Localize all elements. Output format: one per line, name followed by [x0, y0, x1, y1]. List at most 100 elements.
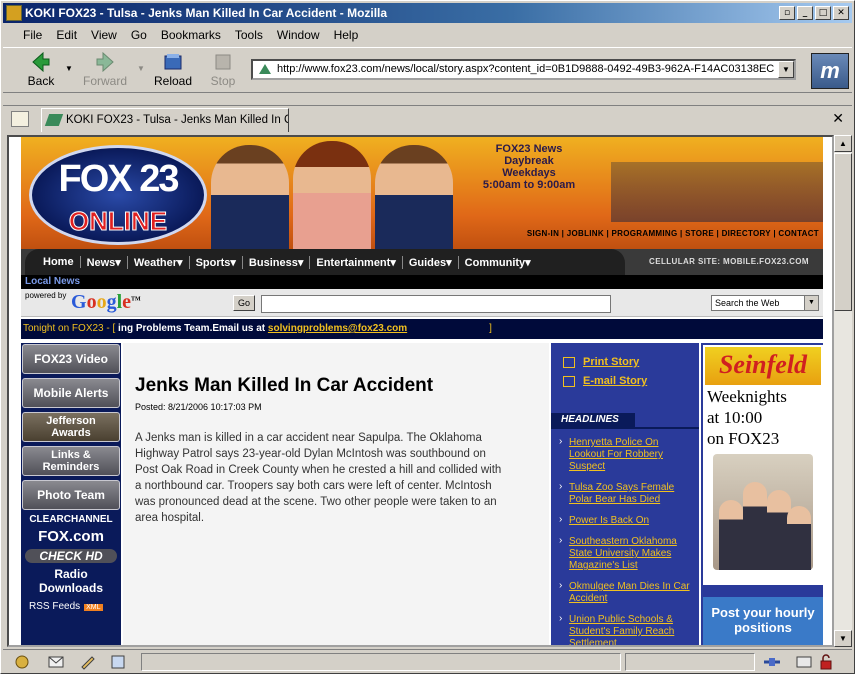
- new-tab-icon[interactable]: [11, 111, 29, 127]
- menu-view[interactable]: View: [91, 28, 117, 42]
- seinfeld-cast-photo: [713, 454, 813, 570]
- menu-file[interactable]: File: [23, 28, 42, 42]
- address-book-icon[interactable]: [109, 654, 127, 670]
- online-status-icon[interactable]: [763, 654, 781, 670]
- scroll-down-icon[interactable]: ▼: [834, 630, 852, 647]
- seinfeld-logo: Seinfeld: [705, 347, 821, 385]
- scroll-thumb[interactable]: [834, 153, 852, 311]
- status-text-field: [141, 653, 621, 671]
- site-header: FOX 23 ONLINE FOX23 News Daybreak Weekda…: [21, 137, 823, 249]
- top-utility-links[interactable]: SIGN-IN | JOBLINK | PROGRAMMING | STORE …: [501, 229, 819, 238]
- daybreak-promo: FOX23 News Daybreak Weekdays 5:00am to 9…: [459, 143, 599, 191]
- browser-window: KOKI FOX23 - Tulsa - Jenks Man Killed In…: [0, 0, 855, 674]
- ticker-label: Tonight on FOX23 - [: [23, 323, 116, 334]
- restore-tiles-button[interactable]: ▫: [779, 6, 795, 20]
- mozilla-throbber-icon[interactable]: m: [811, 53, 849, 89]
- headlines-column: Print Story E-mail Story HEADLINES Henry…: [551, 343, 699, 645]
- clearchannel-logo[interactable]: CLEARCHANNEL: [21, 514, 121, 525]
- headline-link[interactable]: Union Public Schools & Student's Family …: [551, 613, 691, 645]
- mail-icon[interactable]: [47, 654, 65, 670]
- menu-go[interactable]: Go: [131, 28, 147, 42]
- article-title: Jenks Man Killed In Car Accident: [135, 375, 434, 396]
- forward-button[interactable]: Forward: [83, 50, 127, 90]
- reload-icon: [164, 54, 182, 70]
- google-logo: GoogleTM: [71, 291, 141, 313]
- close-tab-icon[interactable]: ✕: [832, 110, 844, 127]
- print-story-link[interactable]: Print Story: [551, 353, 699, 372]
- maximize-button[interactable]: □: [815, 6, 831, 20]
- article-body: Jenks Man Killed In Car Accident Posted:…: [123, 343, 549, 645]
- menu-help[interactable]: Help: [334, 28, 359, 42]
- forward-history-chevron-icon[interactable]: ▼: [137, 64, 145, 73]
- title-bar[interactable]: KOKI FOX23 - Tulsa - Jenks Man Killed In…: [3, 3, 852, 23]
- back-label: Back: [27, 74, 55, 88]
- nav-entertainment[interactable]: Entertainment▾: [310, 255, 403, 269]
- news-ticker: Tonight on FOX23 - [ ing Problems Team.E…: [21, 319, 823, 339]
- nav-community[interactable]: Community▾: [459, 256, 537, 269]
- security-lock-icon[interactable]: [817, 654, 835, 670]
- email-story-link[interactable]: E-mail Story: [551, 372, 699, 391]
- ticker-email-link[interactable]: solvingproblems@fox23.com: [268, 323, 407, 334]
- navigation-toolbar: Back ▼ Forward ▼ Reload Stop http://www.…: [3, 47, 852, 93]
- menu-bar: File Edit View Go Bookmarks Tools Window…: [3, 25, 852, 45]
- mobile-alerts-button[interactable]: Mobile Alerts: [22, 378, 120, 408]
- left-sidebar: FOX23 Video Mobile Alerts Jefferson Award…: [21, 343, 121, 645]
- nav-news[interactable]: News▾: [81, 255, 128, 269]
- radio-downloads-link[interactable]: Radio Downloads: [21, 567, 121, 595]
- composer-icon[interactable]: [79, 654, 97, 670]
- nav-guides[interactable]: Guides▾: [403, 255, 459, 269]
- vertical-scrollbar[interactable]: ▲ ▼: [834, 135, 852, 647]
- page-viewport: FOX 23 ONLINE FOX23 News Daybreak Weekda…: [7, 135, 834, 647]
- nav-weather[interactable]: Weather▾: [128, 255, 190, 269]
- progress-field: [625, 653, 755, 671]
- tab-active[interactable]: KOKI FOX23 - Tulsa - Jenks Man Killed In…: [41, 108, 289, 132]
- back-history-chevron-icon[interactable]: ▼: [65, 64, 73, 73]
- powered-by-label: powered by: [25, 291, 67, 300]
- seinfeld-ad[interactable]: Seinfeld Weeknights at 10:00 on FOX23: [703, 345, 823, 585]
- fox-com-link[interactable]: FOX.com: [21, 528, 121, 545]
- headline-link[interactable]: Power Is Back On: [551, 514, 691, 527]
- menu-edit[interactable]: Edit: [56, 28, 77, 42]
- check-hd-link[interactable]: CHECK HD: [25, 549, 117, 563]
- jefferson-awards-button[interactable]: Jefferson Awards: [22, 412, 120, 442]
- navigator-icon[interactable]: [13, 654, 31, 670]
- back-button[interactable]: Back: [19, 50, 63, 90]
- page-proxy-icon[interactable]: [257, 62, 273, 76]
- tulsa-skyline: [611, 147, 823, 222]
- section-label: Local News: [21, 275, 823, 289]
- popup-blocked-icon[interactable]: [795, 654, 813, 670]
- ticker-close: ]: [489, 323, 492, 334]
- fox23-online-logo[interactable]: FOX 23 ONLINE: [29, 145, 207, 245]
- links-reminders-button[interactable]: Links & Reminders: [22, 446, 120, 476]
- hourly-positions-ad[interactable]: Post your hourly positions: [703, 597, 823, 645]
- menu-bookmarks[interactable]: Bookmarks: [161, 28, 221, 42]
- url-history-dropdown[interactable]: ▼: [778, 61, 794, 78]
- search-go-button[interactable]: Go: [233, 295, 255, 311]
- video-button[interactable]: FOX23 Video: [22, 344, 120, 374]
- minimize-button[interactable]: _: [797, 6, 813, 20]
- search-scope-select[interactable]: Search the Web ▼: [711, 295, 819, 311]
- headlines-heading: HEADLINES: [551, 413, 635, 427]
- menu-tools[interactable]: Tools: [235, 28, 263, 42]
- headline-link[interactable]: Henryetta Police On Lookout For Robbery …: [551, 436, 691, 473]
- stop-button[interactable]: Stop: [201, 50, 245, 90]
- headline-link[interactable]: Tulsa Zoo Says Female Polar Bear Has Die…: [551, 481, 691, 506]
- ad-line-1: Weeknights: [707, 387, 787, 406]
- search-input[interactable]: [261, 295, 611, 313]
- close-window-button[interactable]: ✕: [833, 6, 849, 20]
- reload-button[interactable]: Reload: [151, 50, 195, 90]
- headline-link[interactable]: Okmulgee Man Dies In Car Accident: [551, 580, 691, 605]
- tab-label: KOKI FOX23 - Tulsa - Jenks Man Killed In…: [66, 114, 289, 126]
- rss-feeds-link[interactable]: RSS Feeds XML: [21, 601, 121, 612]
- cellular-site-link[interactable]: CELLULAR SITE: MOBILE.FOX23.COM: [649, 257, 809, 266]
- photo-team-button[interactable]: Photo Team: [22, 480, 120, 510]
- reload-label: Reload: [153, 74, 193, 88]
- anchor-right: [375, 145, 453, 249]
- nav-sports[interactable]: Sports▾: [190, 255, 243, 269]
- nav-home[interactable]: Home: [37, 256, 81, 268]
- url-bar[interactable]: http://www.fox23.com/news/local/story.as…: [251, 59, 796, 80]
- scroll-up-icon[interactable]: ▲: [834, 135, 852, 152]
- menu-window[interactable]: Window: [277, 28, 320, 42]
- nav-business[interactable]: Business▾: [243, 255, 311, 269]
- headline-link[interactable]: Southeastern Oklahoma State University M…: [551, 535, 691, 572]
